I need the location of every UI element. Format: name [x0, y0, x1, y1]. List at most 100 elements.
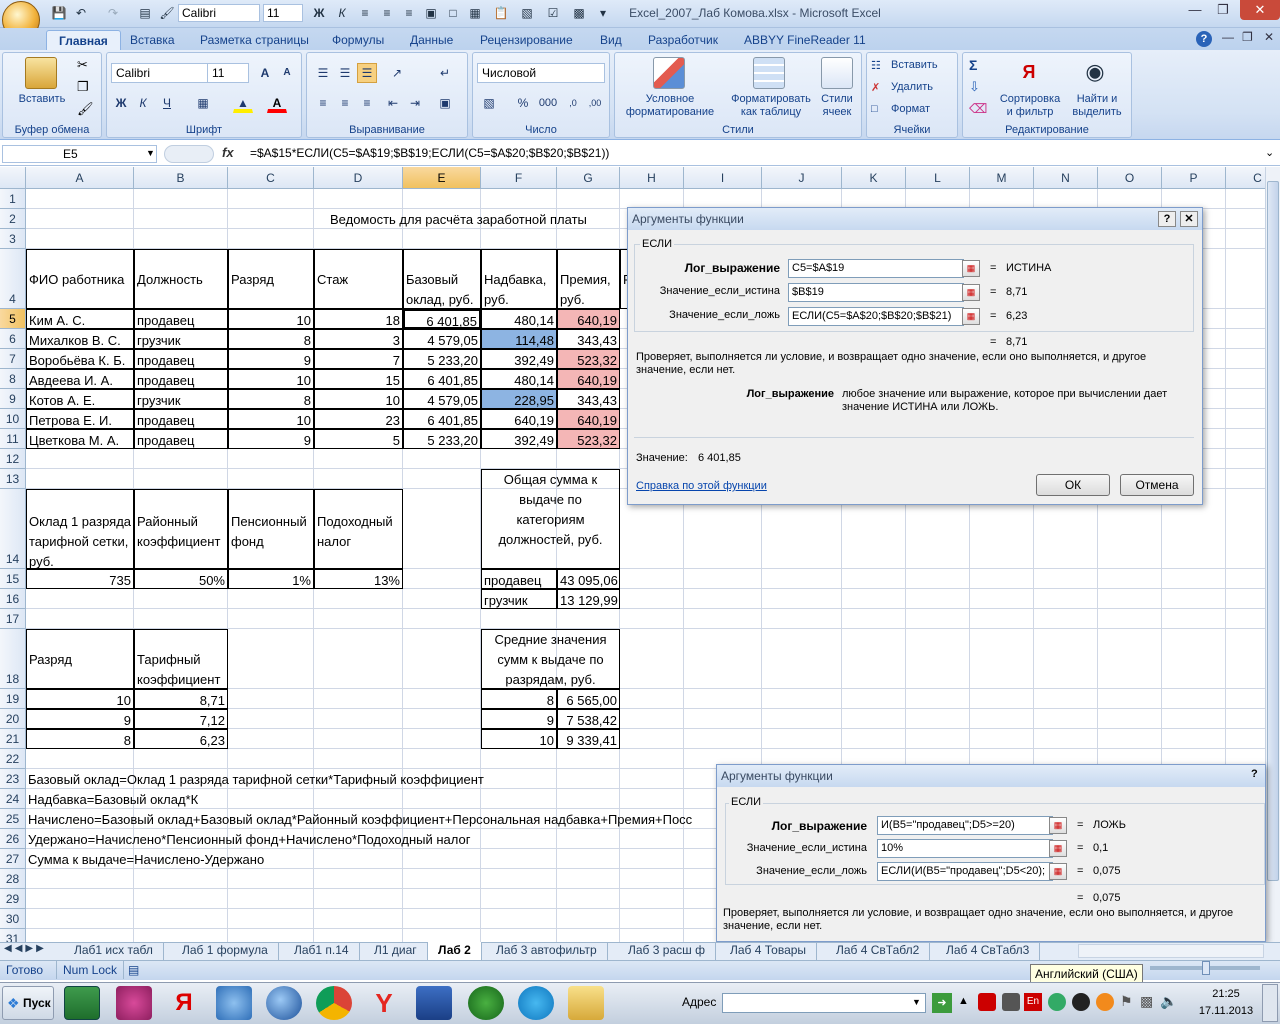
cell-styles-label-1[interactable]: Стили: [815, 93, 859, 105]
chrome-taskbar-icon[interactable]: [316, 986, 352, 1020]
row-header[interactable]: 2: [0, 209, 26, 229]
row-header[interactable]: 26: [0, 829, 26, 849]
table-cell[interactable]: 640,19: [557, 409, 620, 429]
avg-value[interactable]: 7 538,42: [557, 709, 620, 729]
name-box-dropdown-icon[interactable]: ▼: [146, 148, 155, 158]
restore-icon[interactable]: ❐: [1210, 0, 1236, 20]
tab-home[interactable]: Главная: [46, 30, 121, 50]
table-cell[interactable]: 6 401,85: [403, 369, 481, 389]
tray-expand-icon[interactable]: ▲: [958, 995, 969, 1007]
table-cell[interactable]: 7: [314, 349, 403, 369]
tab-insert[interactable]: Вставка: [118, 30, 187, 50]
totals-label[interactable]: продавец: [481, 569, 557, 589]
table-cell[interactable]: 5: [314, 429, 403, 449]
row-header[interactable]: 29: [0, 889, 26, 909]
format-cells-button[interactable]: Формат: [891, 103, 930, 115]
tray-app4-icon[interactable]: [1072, 993, 1090, 1011]
tab-view[interactable]: Вид: [588, 30, 634, 50]
d2-arg2-input[interactable]: 10%: [877, 839, 1053, 858]
table-cell[interactable]: грузчик: [134, 329, 228, 349]
find-select-label-1[interactable]: Найти и: [1067, 93, 1127, 105]
sheet-nav-icons[interactable]: ◀◀▶▶: [4, 943, 47, 954]
sheet-tab[interactable]: Лаб 2: [428, 942, 482, 960]
tariff-coef[interactable]: 7,12: [134, 709, 228, 729]
horizontal-scrollbar[interactable]: [1078, 944, 1264, 958]
dialog-help-button[interactable]: ?: [1158, 211, 1176, 227]
sheet-tab[interactable]: Лаб 4 СвТабл2: [826, 942, 931, 960]
paste-button[interactable]: Вставить: [7, 93, 77, 105]
table-cell[interactable]: 640,19: [481, 409, 557, 429]
table-cell[interactable]: 114,48: [481, 329, 557, 349]
vertical-scroll-thumb[interactable]: [1267, 181, 1279, 881]
table-header[interactable]: Разряд: [228, 249, 314, 309]
tariff-coef[interactable]: 6,23: [134, 729, 228, 749]
table-cell[interactable]: 343,43: [557, 389, 620, 409]
table-cell[interactable]: 18: [314, 309, 403, 329]
table-header[interactable]: ФИО работника: [26, 249, 134, 309]
format-painter-brush-icon[interactable]: 🖌: [77, 101, 94, 117]
shrink-font-icon[interactable]: A: [277, 63, 297, 83]
go-icon[interactable]: ➜: [932, 993, 952, 1013]
sheet-title[interactable]: Ведомость для расчёта заработной платы: [314, 209, 620, 229]
table-cell[interactable]: 392,49: [481, 429, 557, 449]
avg-value[interactable]: 6 565,00: [557, 689, 620, 709]
column-header[interactable]: B: [134, 167, 228, 189]
tray-app5-icon[interactable]: [1096, 993, 1114, 1011]
row-header[interactable]: 8: [0, 369, 26, 389]
row-header[interactable]: 30: [0, 909, 26, 929]
underline-button[interactable]: Ч: [157, 93, 177, 113]
row-header[interactable]: 27: [0, 849, 26, 869]
close-icon[interactable]: ✕: [1240, 0, 1280, 20]
row-header[interactable]: 4: [0, 249, 26, 309]
column-header[interactable]: M: [970, 167, 1034, 189]
table-cell[interactable]: 640,19: [557, 369, 620, 389]
cancel-button[interactable]: Отмена: [1120, 474, 1194, 496]
params-header[interactable]: Пенсионный фонд: [228, 489, 314, 569]
help-icon[interactable]: ?: [1196, 31, 1212, 47]
totals-value[interactable]: 43 095,06: [557, 569, 620, 589]
bold-button[interactable]: Ж: [111, 93, 131, 113]
table-cell[interactable]: 6 401,85: [403, 409, 481, 429]
find-select-icon[interactable]: ◉: [1079, 57, 1111, 89]
autosum-icon[interactable]: Σ: [969, 57, 977, 73]
italic-button[interactable]: К: [133, 93, 153, 113]
name-box[interactable]: E5: [2, 145, 157, 163]
align-middle-icon[interactable]: ☰: [335, 63, 355, 83]
note-text[interactable]: Сумма к выдаче=Начислено-Удержано: [26, 849, 684, 869]
flag-icon[interactable]: ⚑: [1120, 993, 1133, 1010]
avg-header[interactable]: Средние значения сумм к выдаче по разряд…: [481, 629, 620, 689]
column-header[interactable]: E: [403, 167, 481, 189]
row-header[interactable]: 24: [0, 789, 26, 809]
skype-taskbar-icon[interactable]: [518, 986, 554, 1020]
macro-record-icon[interactable]: ▤: [128, 963, 139, 977]
d2-arg1-input[interactable]: И(B5="продавец";D5>=20): [877, 816, 1053, 835]
ribbon-close-icon[interactable]: ✕: [1264, 30, 1274, 44]
table-header[interactable]: Стаж: [314, 249, 403, 309]
format-as-table-label-2[interactable]: как таблицу: [721, 106, 821, 118]
dialog2-help-button[interactable]: ?: [1251, 768, 1265, 784]
decrease-decimal-icon[interactable]: ,00: [585, 93, 605, 113]
column-header[interactable]: C: [1226, 167, 1265, 189]
row-header[interactable]: 6: [0, 329, 26, 349]
row-header[interactable]: 15: [0, 569, 26, 589]
note-text[interactable]: Начислено=Базовый оклад+Базовый оклад*Ра…: [26, 809, 692, 829]
table-header[interactable]: Базовый оклад, руб.: [403, 249, 481, 309]
tariff-grade[interactable]: 10: [26, 689, 134, 709]
thousands-button[interactable]: 000: [535, 93, 561, 113]
sheet-tab[interactable]: Лаб 1 формула: [172, 942, 279, 960]
utorrent-taskbar-icon[interactable]: [468, 986, 504, 1020]
active-cell[interactable]: 6 401,85: [403, 309, 481, 329]
align-bottom-icon[interactable]: ☰: [357, 63, 377, 83]
table-cell[interactable]: 343,43: [557, 329, 620, 349]
column-header[interactable]: A: [26, 167, 134, 189]
show-desktop-button[interactable]: [1262, 984, 1278, 1022]
delete-cells-icon[interactable]: ✗: [871, 81, 880, 94]
totals-header[interactable]: Общая сумма к выдаче по категориям должн…: [481, 469, 620, 569]
params-value[interactable]: 735: [26, 569, 134, 589]
arg2-input[interactable]: $B$19: [788, 283, 964, 302]
clear-icon[interactable]: ⌫: [969, 101, 987, 117]
table-cell[interactable]: грузчик: [134, 389, 228, 409]
language-indicator[interactable]: En: [1024, 993, 1042, 1011]
table-cell[interactable]: 228,95: [481, 389, 557, 409]
volume-icon[interactable]: 🔈: [1160, 993, 1177, 1010]
